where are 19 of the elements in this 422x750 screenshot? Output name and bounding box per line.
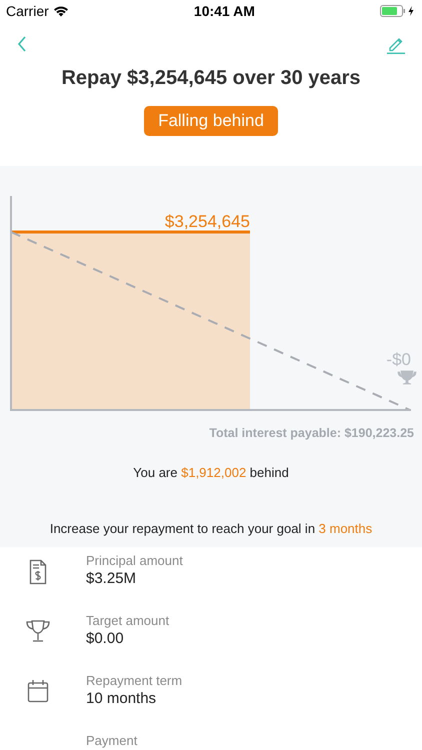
detail-value: $0.00 xyxy=(86,629,125,649)
chart-value-label: $3,254,645 xyxy=(164,212,250,230)
detail-label: Principal amount xyxy=(86,552,183,570)
clock-time: 10:41 AM xyxy=(194,2,255,20)
total-interest-text: Total interest payable: $190,223.25 xyxy=(209,426,415,440)
advice-message: Increase your repayment to reach your goal in 3 months xyxy=(50,520,372,536)
detail-value: $3.25M xyxy=(86,569,138,589)
battery-icon xyxy=(380,5,416,17)
wifi-icon xyxy=(52,5,69,17)
status-badge: Falling behind xyxy=(144,106,278,136)
detail-label: Payment xyxy=(86,732,138,750)
target-value-label: -$0 xyxy=(386,350,411,368)
page-title: Repay $3,254,645 over 30 years xyxy=(60,66,362,90)
carrier-label: Carrier xyxy=(6,2,49,20)
detail-label: Repayment term xyxy=(86,672,182,690)
trophy-icon xyxy=(398,370,416,384)
detail-label: Target amount xyxy=(86,612,170,630)
detail-value: 10 months xyxy=(86,689,158,709)
progress-message: You are $1,912,002 behind xyxy=(133,464,289,480)
